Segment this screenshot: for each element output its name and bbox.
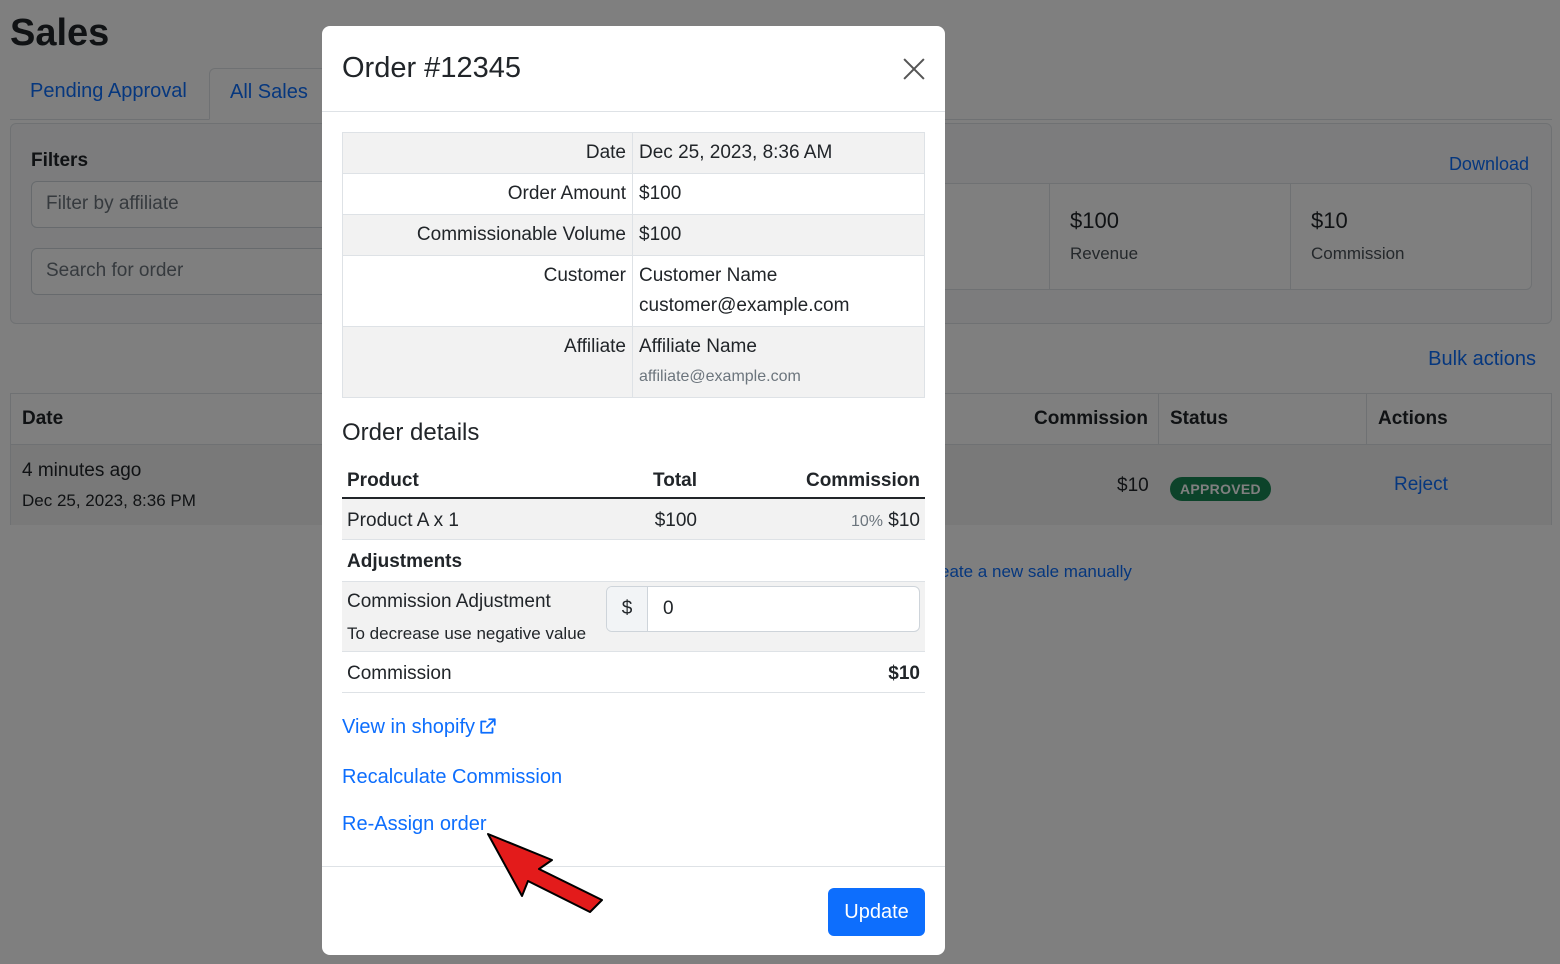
recalculate-commission-link[interactable]: Recalculate Commission: [342, 766, 562, 789]
order-details-title: Order details: [342, 419, 480, 446]
header-commission: Commission: [805, 470, 920, 491]
view-in-shopify-link[interactable]: View in shopify: [342, 716, 497, 739]
adjustment-hint: To decrease use negative value: [347, 624, 587, 643]
commission-total-value: $10: [888, 663, 920, 684]
close-icon[interactable]: [898, 53, 930, 85]
product-commission-cell: 10% $10: [851, 510, 920, 532]
adjustment-value[interactable]: 0: [663, 587, 674, 631]
affiliate-name: Affiliate Name: [639, 336, 757, 357]
modal-title: Order #12345: [342, 52, 521, 84]
order-modal: Order #12345 Date Dec 25, 2023, 8:36 AM …: [322, 26, 945, 955]
details-header: Product Total Commission: [342, 462, 925, 499]
product-commission: $10: [888, 510, 920, 531]
info-label: Order Amount: [342, 173, 633, 215]
adjustment-label: Commission Adjustment: [347, 591, 551, 612]
adjustment-row: Commission Adjustment To decrease use ne…: [342, 582, 925, 652]
info-row-affiliate: Affiliate Affiliate Name affiliate@examp…: [342, 326, 925, 398]
product-total: $100: [654, 510, 697, 531]
order-info-table: Date Dec 25, 2023, 8:36 AM Order Amount …: [342, 132, 925, 398]
affiliate-email: affiliate@example.com: [639, 368, 801, 385]
modal-header: Order #12345: [322, 26, 945, 112]
info-label: Affiliate: [342, 326, 633, 398]
commission-rate: 10%: [850, 513, 884, 530]
currency-prefix: $: [607, 587, 648, 631]
update-button[interactable]: Update: [828, 888, 925, 936]
info-value: Dec 25, 2023, 8:36 AM: [632, 132, 925, 174]
commission-adjustment-input[interactable]: $ 0: [606, 586, 920, 632]
header-product: Product: [347, 470, 419, 491]
red-arrow: [487, 833, 603, 913]
reassign-order-link[interactable]: Re-Assign order: [342, 813, 487, 836]
commission-total-label: Commission: [347, 663, 452, 684]
info-value: $100: [632, 173, 925, 215]
customer-cell: Customer Name customer@example.com: [632, 255, 925, 327]
commission-total-row: Commission $10: [342, 652, 925, 693]
product-name: Product A x 1: [347, 510, 459, 531]
view-in-shopify-label: View in shopify: [342, 716, 476, 738]
info-row-date: Date Dec 25, 2023, 8:36 AM: [342, 132, 925, 174]
header-total: Total: [653, 470, 697, 491]
info-row-volume: Commissionable Volume $100: [342, 214, 925, 256]
affiliate-cell: Affiliate Name affiliate@example.com: [632, 326, 925, 398]
customer-email: customer@example.com: [639, 295, 850, 316]
info-row-customer: Customer Customer Name customer@example.…: [342, 255, 925, 327]
info-label: Date: [342, 132, 633, 174]
external-link-icon: [480, 718, 496, 734]
customer-name: Customer Name: [639, 265, 778, 286]
info-value: $100: [632, 214, 925, 256]
product-row: Product A x 1 $100 10% $10: [342, 499, 925, 540]
info-row-amount: Order Amount $100: [342, 173, 925, 215]
info-label: Commissionable Volume: [342, 214, 633, 256]
info-label: Customer: [342, 255, 633, 327]
adjustments-title: Adjustments: [347, 551, 463, 572]
adjustments-heading: Adjustments: [342, 540, 925, 582]
modal-footer: Update: [322, 866, 945, 955]
